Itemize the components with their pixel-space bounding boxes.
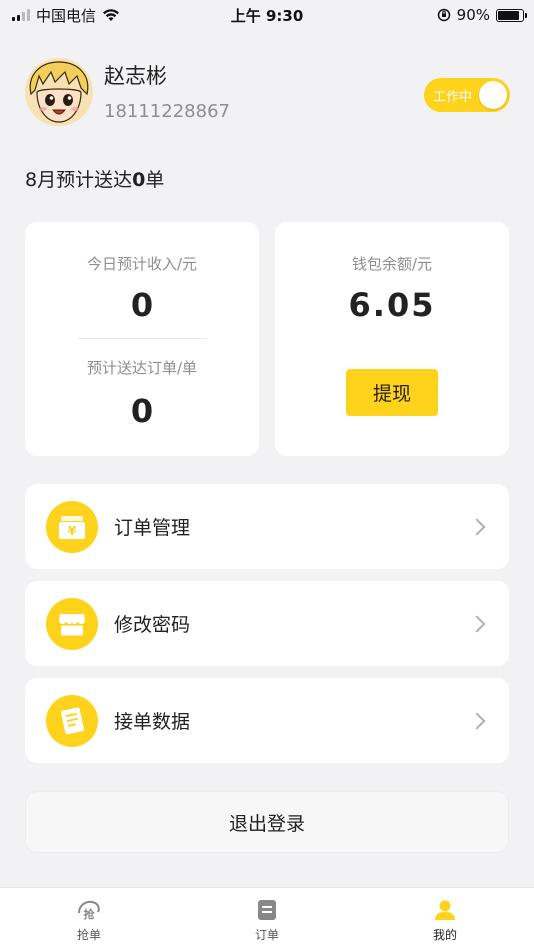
tab-bar: 抢 抢单 订单 我的 bbox=[0, 887, 534, 950]
wifi-icon bbox=[103, 9, 120, 21]
person-icon bbox=[432, 898, 458, 922]
order-management-icon: ¥ bbox=[46, 500, 98, 553]
status-right: 90% bbox=[437, 6, 527, 24]
user-name: 赵志彬 bbox=[104, 63, 167, 88]
user-phone: 18111228867 bbox=[104, 100, 230, 122]
today-income-value: 0 bbox=[130, 286, 154, 324]
avatar[interactable] bbox=[25, 58, 93, 126]
expected-orders-label: 预计送达订单/单 bbox=[86, 359, 198, 377]
divider bbox=[78, 338, 206, 339]
work-status-toggle[interactable]: 工作中 bbox=[424, 78, 510, 112]
signal-icon bbox=[12, 9, 30, 21]
store-icon bbox=[46, 597, 98, 650]
document-list-icon bbox=[46, 694, 98, 747]
chevron-right-icon bbox=[468, 712, 486, 729]
status-left: 中国电信 bbox=[12, 5, 120, 26]
wallet-card: 钱包余额/元 6.05 提现 bbox=[275, 222, 509, 456]
orientation-lock-icon bbox=[437, 8, 450, 22]
avatar-illustration bbox=[25, 58, 93, 126]
income-card: 今日预计收入/元 0 预计送达订单/单 0 bbox=[25, 222, 259, 456]
orders-icon bbox=[254, 898, 280, 922]
withdraw-button[interactable]: 提现 bbox=[346, 369, 438, 416]
logout-button[interactable]: 退出登录 bbox=[25, 791, 509, 853]
monthly-suffix: 单 bbox=[145, 169, 165, 191]
svg-text:¥: ¥ bbox=[68, 524, 77, 538]
chevron-right-icon bbox=[468, 615, 486, 632]
today-income-label: 今日预计收入/元 bbox=[86, 255, 198, 273]
grab-order-icon: 抢 bbox=[76, 898, 102, 922]
status-bar: 中国电信 上午 9:30 90% bbox=[0, 0, 534, 30]
tab-label: 订单 bbox=[254, 928, 279, 942]
tab-orders[interactable]: 订单 bbox=[178, 888, 356, 950]
tab-mine[interactable]: 我的 bbox=[356, 888, 534, 950]
monthly-count: 0 bbox=[132, 169, 146, 191]
chevron-right-icon bbox=[468, 518, 486, 535]
wallet-value: 6.05 bbox=[348, 286, 436, 324]
menu-item-order-data[interactable]: 接单数据 bbox=[25, 678, 509, 763]
menu-item-order-management[interactable]: ¥ 订单管理 bbox=[25, 484, 509, 569]
menu-item-change-password[interactable]: 修改密码 bbox=[25, 581, 509, 666]
carrier-label: 中国电信 bbox=[36, 6, 97, 25]
menu-item-label: 修改密码 bbox=[114, 614, 191, 636]
toggle-knob bbox=[479, 81, 507, 109]
tab-label: 抢单 bbox=[76, 928, 101, 942]
svg-text:抢: 抢 bbox=[84, 907, 96, 921]
menu-item-label: 订单管理 bbox=[114, 517, 191, 539]
tab-grab-order[interactable]: 抢 抢单 bbox=[0, 888, 178, 950]
wallet-label: 钱包余额/元 bbox=[351, 255, 433, 273]
battery-icon bbox=[496, 8, 527, 22]
profile-header: 赵志彬 18111228867 bbox=[25, 58, 230, 126]
menu-item-label: 接单数据 bbox=[114, 711, 191, 733]
profile-text: 赵志彬 18111228867 bbox=[104, 63, 230, 122]
monthly-summary: 8月预计送达0单 bbox=[25, 165, 164, 192]
battery-percent: 90% bbox=[456, 6, 490, 24]
monthly-prefix: 8月预计送达 bbox=[25, 169, 133, 191]
work-status-label: 工作中 bbox=[433, 89, 473, 105]
expected-orders-value: 0 bbox=[130, 392, 154, 430]
tab-label: 我的 bbox=[432, 928, 457, 942]
